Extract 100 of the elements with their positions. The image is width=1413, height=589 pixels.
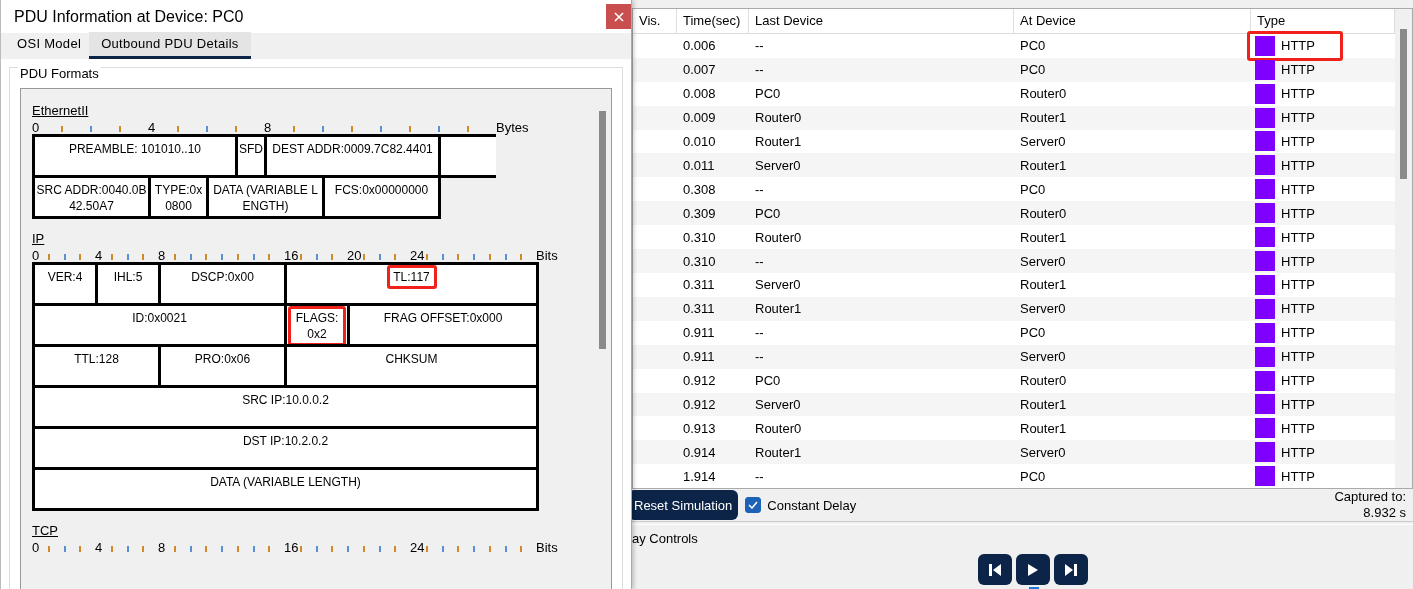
column-header[interactable]: Vis. bbox=[633, 9, 677, 33]
tick-mark bbox=[235, 126, 237, 132]
group-title: PDU Formats bbox=[18, 66, 101, 81]
table-cell-text: Server0 bbox=[1019, 349, 1067, 365]
tick-mark bbox=[520, 254, 523, 260]
tick-mark bbox=[221, 254, 223, 260]
tick-mark bbox=[315, 546, 318, 552]
tick-mark bbox=[473, 254, 475, 260]
table-cell: HTTP bbox=[1281, 468, 1315, 484]
tick-mark bbox=[189, 254, 192, 260]
check-icon bbox=[748, 501, 759, 509]
table-cell-text: 0.309 bbox=[682, 205, 717, 221]
tick-mark bbox=[425, 546, 428, 552]
scale-number: 0 bbox=[32, 121, 40, 134]
skip-forward-button[interactable] bbox=[1053, 554, 1088, 585]
table-cell-text: Router1 bbox=[1019, 420, 1068, 436]
captured-value: 8.932 s bbox=[1363, 505, 1406, 521]
table-cell-text: 0.011 bbox=[682, 157, 716, 173]
tick-mark bbox=[61, 126, 63, 132]
tick-mark bbox=[315, 254, 318, 260]
table-cell-text: PC0 bbox=[754, 205, 782, 221]
field-cell: DSCP:0x00 bbox=[158, 262, 287, 306]
table-cell-text: Router1 bbox=[754, 444, 803, 460]
table-cell-text: Router0 bbox=[1019, 205, 1068, 221]
table-cell-text: 0.010 bbox=[682, 134, 717, 149]
field-cell: IHL:5 bbox=[95, 262, 161, 306]
skip-forward-icon bbox=[1062, 561, 1079, 578]
table-cell: HTTP bbox=[1281, 229, 1315, 245]
table-cell-text: 0.006 bbox=[682, 38, 717, 54]
tick-mark bbox=[331, 546, 334, 552]
table-cell-text: 0.913 bbox=[682, 420, 717, 436]
tick-mark bbox=[504, 546, 507, 552]
tick-mark bbox=[268, 546, 271, 552]
table-cell-text: 0.310 bbox=[682, 253, 717, 269]
tick-mark bbox=[47, 254, 50, 260]
format-name: TCP bbox=[32, 523, 58, 538]
tick-mark bbox=[205, 254, 208, 260]
tick-mark bbox=[293, 126, 295, 132]
close-button[interactable] bbox=[606, 4, 631, 29]
field-cell: ID:0x0021 bbox=[32, 303, 287, 347]
table-cell-text: 0.912 bbox=[682, 373, 717, 389]
tick-mark bbox=[488, 254, 491, 260]
tick-mark bbox=[205, 546, 208, 552]
table-cell-text: Router0 bbox=[754, 229, 803, 245]
column-header[interactable]: Last Device bbox=[749, 9, 1014, 33]
table-cell: HTTP bbox=[1281, 325, 1315, 341]
tab[interactable]: Outbound PDU Details bbox=[89, 32, 251, 59]
tick-mark bbox=[380, 126, 382, 132]
play-button[interactable] bbox=[1015, 554, 1050, 585]
table-cell-text: 0.310 bbox=[682, 229, 717, 245]
tick-mark bbox=[331, 254, 334, 260]
table-cell-text: 0.911 bbox=[682, 349, 716, 365]
table-cell-text: 0.007 bbox=[682, 62, 717, 78]
tick-mark bbox=[441, 546, 444, 552]
field-cell: TTL:128 bbox=[32, 344, 161, 388]
field-cell: DATA (VARIABLE LENGTH) bbox=[32, 467, 539, 511]
tick-mark bbox=[322, 126, 324, 132]
scale-number: 24 bbox=[410, 249, 425, 262]
scale-number: 0 bbox=[32, 541, 40, 554]
table-cell-text: 0.911 bbox=[682, 325, 716, 341]
unit-label: Bits bbox=[536, 541, 558, 554]
tick-mark bbox=[252, 254, 255, 260]
tick-mark bbox=[457, 546, 460, 552]
tick-mark bbox=[119, 126, 121, 132]
table-cell: HTTP bbox=[1281, 277, 1315, 293]
tick-mark bbox=[177, 126, 179, 132]
captured-label: Captured to: bbox=[1334, 489, 1406, 505]
tick-mark bbox=[362, 254, 365, 260]
checkbox-label: Constant Delay bbox=[767, 497, 857, 513]
table-cell: HTTP bbox=[1281, 157, 1315, 173]
table-cell: HTTP bbox=[1281, 205, 1315, 221]
scrollbar-thumb[interactable] bbox=[1400, 29, 1407, 179]
tick-mark bbox=[63, 254, 66, 260]
tick-mark bbox=[299, 254, 302, 260]
tick-mark bbox=[467, 126, 469, 132]
table-cell-text: 0.311 bbox=[682, 277, 716, 293]
column-header[interactable]: Time(sec) bbox=[677, 9, 749, 33]
table-cell-text: Router0 bbox=[1019, 373, 1068, 389]
close-icon bbox=[613, 11, 624, 22]
tick-mark bbox=[520, 546, 523, 552]
table-cell-text: Router1 bbox=[754, 134, 803, 149]
table-cell-text: Server0 bbox=[1019, 134, 1067, 149]
scrollbar-thumb[interactable] bbox=[598, 111, 606, 349]
checkbox[interactable] bbox=[745, 497, 762, 513]
table-cell: HTTP bbox=[1281, 62, 1315, 78]
tab[interactable]: OSI Model bbox=[9, 32, 90, 59]
skip-back-button[interactable] bbox=[977, 554, 1012, 585]
tick-mark bbox=[126, 254, 129, 260]
table-cell: HTTP bbox=[1281, 301, 1315, 317]
tick-mark bbox=[378, 546, 381, 552]
scale-number: 16 bbox=[284, 249, 299, 262]
table-cell-text: PC0 bbox=[1019, 181, 1047, 197]
tick-mark bbox=[173, 254, 176, 260]
table-cell: HTTP bbox=[1281, 110, 1315, 126]
unit-label: Bits bbox=[536, 249, 558, 262]
field-cell: TL:117 bbox=[284, 262, 539, 306]
field-cell: DST IP:10.2.0.2 bbox=[32, 426, 539, 470]
field-cell: PREAMBLE: 101010..10 bbox=[32, 134, 238, 178]
column-header[interactable]: At Device bbox=[1014, 9, 1251, 33]
tick-mark bbox=[142, 254, 145, 260]
